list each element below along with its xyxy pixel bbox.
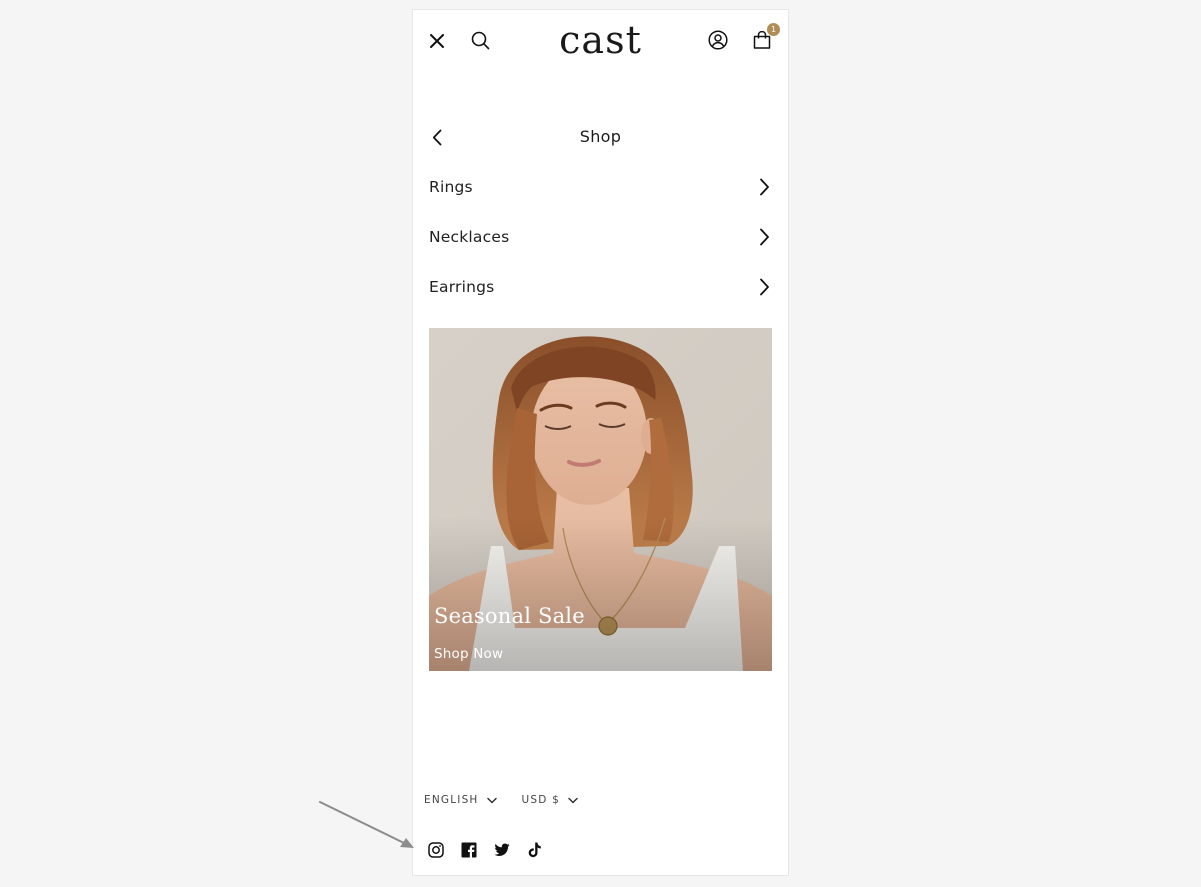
shop-now-link[interactable]: Shop Now — [434, 646, 503, 662]
submenu-title: Shop — [579, 127, 622, 146]
chevron-right-icon — [760, 278, 769, 296]
menu-item-necklaces[interactable]: Necklaces — [429, 212, 772, 262]
chevron-right-icon — [760, 228, 769, 246]
promo-card[interactable]: Seasonal Sale Shop Now — [429, 328, 772, 671]
header: cast 1 — [413, 10, 788, 72]
twitter-link[interactable] — [492, 840, 512, 860]
twitter-icon — [494, 843, 510, 856]
shop-menu-list: Rings Necklaces Earrings — [429, 162, 772, 312]
mobile-menu-drawer: cast 1 Shop Rings Necklaces Earrings Sea… — [413, 10, 788, 875]
facebook-icon — [461, 842, 477, 858]
instagram-icon — [428, 842, 444, 858]
menu-item-rings[interactable]: Rings — [429, 162, 772, 212]
localization-bar: ENGLISH USD $ — [424, 792, 578, 808]
account-icon — [708, 30, 728, 50]
cart-count-badge: 1 — [767, 23, 780, 36]
annotation-arrow — [319, 801, 414, 848]
back-button[interactable] — [426, 123, 448, 151]
chevron-left-icon — [432, 129, 442, 145]
tiktok-icon — [528, 842, 541, 858]
instagram-link[interactable] — [426, 840, 446, 860]
tiktok-link[interactable] — [525, 840, 545, 860]
language-selector[interactable]: ENGLISH — [424, 794, 497, 806]
account-button[interactable] — [704, 26, 732, 54]
social-links — [426, 840, 558, 860]
currency-selector[interactable]: USD $ — [522, 794, 578, 806]
promo-title: Seasonal Sale — [434, 604, 585, 628]
chevron-right-icon — [760, 178, 769, 196]
cart-button[interactable]: 1 — [748, 23, 780, 54]
menu-item-earrings[interactable]: Earrings — [429, 262, 772, 312]
menu-item-label: Rings — [429, 178, 473, 196]
facebook-link[interactable] — [459, 840, 479, 860]
menu-item-label: Earrings — [429, 278, 495, 296]
language-label: ENGLISH — [424, 794, 479, 806]
currency-label: USD $ — [521, 794, 561, 806]
submenu-header: Shop — [413, 118, 788, 156]
chevron-down-icon — [486, 797, 497, 803]
chevron-down-icon — [568, 797, 578, 803]
menu-item-label: Necklaces — [429, 228, 510, 246]
